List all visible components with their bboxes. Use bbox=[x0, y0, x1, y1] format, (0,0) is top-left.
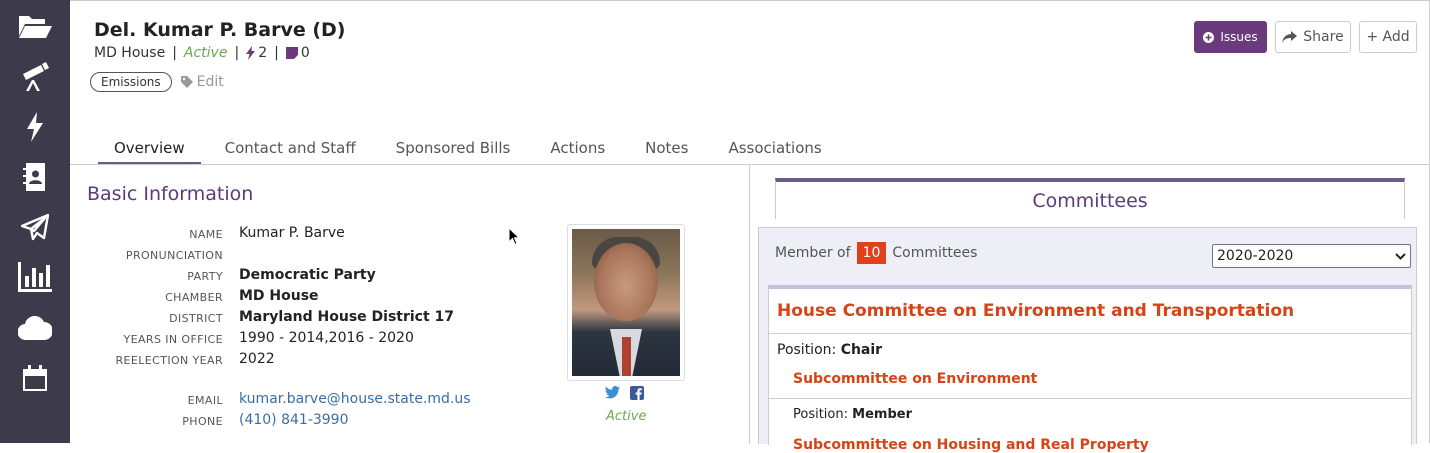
share-icon bbox=[1282, 31, 1298, 43]
paper-plane-icon[interactable] bbox=[0, 210, 70, 246]
bolt-icon[interactable] bbox=[0, 109, 70, 145]
calendar-icon[interactable] bbox=[0, 360, 70, 396]
telescope-icon[interactable] bbox=[0, 58, 70, 94]
district-label: DISTRICT bbox=[169, 312, 223, 325]
position-value: Chair bbox=[840, 342, 883, 358]
year-select[interactable]: 2020-2020 bbox=[1212, 244, 1411, 268]
portrait-image bbox=[572, 229, 680, 376]
position-value: Member bbox=[852, 407, 912, 422]
sticky-note-icon bbox=[285, 47, 298, 59]
tab-overview[interactable]: Overview bbox=[98, 135, 201, 165]
party-value: Democratic Party bbox=[239, 267, 376, 283]
pronunciation-label: PRONUNCIATION bbox=[125, 249, 223, 262]
member-summary: Member of 10 Committees bbox=[775, 242, 977, 264]
committees-header: Committees bbox=[775, 178, 1405, 219]
issues-button[interactable]: Issues bbox=[1194, 21, 1267, 53]
committees-panel: Member of 10 Committees 2020-2020 House … bbox=[758, 227, 1417, 453]
chamber-value: MD House bbox=[239, 288, 319, 304]
page-title: Del. Kumar P. Barve (D) bbox=[94, 19, 346, 41]
twitter-icon[interactable] bbox=[605, 386, 620, 399]
legislator-summary: MD House | Active | 2 | 0 bbox=[94, 45, 310, 61]
party-label: PARTY bbox=[187, 270, 223, 283]
note-count[interactable]: 0 bbox=[285, 45, 310, 61]
tag-icon bbox=[180, 76, 193, 88]
year-select-value: 2020-2020 bbox=[1217, 248, 1294, 264]
years-in-office-value: 1990 - 2014,2016 - 2020 bbox=[239, 330, 414, 346]
reelection-year-label: REELECTION YEAR bbox=[115, 354, 223, 367]
basic-info-title: Basic Information bbox=[87, 183, 254, 205]
bolt-count-value: 2 bbox=[258, 45, 268, 61]
divider bbox=[769, 398, 1411, 399]
share-button[interactable]: Share bbox=[1275, 21, 1351, 53]
subcommittee-name[interactable]: Subcommittee on Environment bbox=[793, 371, 1037, 387]
issues-label: Issues bbox=[1220, 30, 1258, 44]
bar-chart-icon[interactable] bbox=[0, 259, 70, 295]
committee-card: House Committee on Environment and Trans… bbox=[768, 285, 1412, 453]
committee-name[interactable]: House Committee on Environment and Trans… bbox=[777, 301, 1294, 321]
email-label: EMAIL bbox=[187, 394, 223, 407]
tab-divider bbox=[70, 164, 1430, 165]
plus-circle-icon bbox=[1203, 31, 1215, 43]
cloud-icon[interactable] bbox=[0, 310, 70, 346]
subcommittee-position: Position: Member bbox=[793, 407, 912, 422]
years-in-office-label: YEARS IN OFFICE bbox=[123, 333, 223, 346]
add-button[interactable]: + Add bbox=[1359, 21, 1417, 53]
subcommittee-name[interactable]: Subcommittee on Housing and Real Propert… bbox=[793, 437, 1149, 453]
tab-actions[interactable]: Actions bbox=[534, 135, 621, 165]
position-label: Position: bbox=[777, 342, 841, 358]
share-label: Share bbox=[1303, 29, 1344, 45]
committee-position: Position: Chair bbox=[777, 342, 882, 358]
district-value: Maryland House District 17 bbox=[239, 309, 455, 325]
tab-associations[interactable]: Associations bbox=[712, 135, 837, 165]
name-value: Kumar P. Barve bbox=[239, 225, 345, 241]
separator: | bbox=[172, 45, 177, 61]
phone-link[interactable]: (410) 841-3990 bbox=[239, 412, 349, 428]
bolt-count[interactable]: 2 bbox=[246, 45, 267, 61]
member-prefix: Member of bbox=[775, 245, 851, 261]
tab-sponsored-bills[interactable]: Sponsored Bills bbox=[380, 135, 527, 165]
email-link[interactable]: kumar.barve@house.state.md.us bbox=[239, 391, 471, 407]
note-count-value: 0 bbox=[300, 45, 310, 61]
edit-tags-link[interactable]: Edit bbox=[180, 74, 224, 90]
social-links bbox=[605, 386, 644, 400]
column-divider bbox=[749, 165, 750, 444]
tag-row: Emissions Edit bbox=[90, 72, 224, 92]
chevron-down-icon bbox=[1395, 252, 1406, 260]
tab-notes[interactable]: Notes bbox=[629, 135, 704, 165]
chamber-field-label: CHAMBER bbox=[165, 291, 223, 304]
status-label: Active bbox=[183, 45, 228, 61]
chamber-label: MD House bbox=[94, 45, 166, 61]
phone-label: PHONE bbox=[182, 415, 223, 428]
address-book-icon[interactable] bbox=[0, 159, 70, 195]
position-label: Position: bbox=[793, 407, 853, 422]
tab-contact-and-staff[interactable]: Contact and Staff bbox=[209, 135, 372, 165]
separator: | bbox=[234, 45, 240, 61]
member-suffix: Committees bbox=[892, 245, 978, 261]
tag-pill[interactable]: Emissions bbox=[90, 72, 172, 92]
status-text: Active bbox=[606, 409, 647, 424]
facebook-icon[interactable] bbox=[630, 386, 644, 400]
mouse-cursor-icon bbox=[509, 228, 521, 246]
sidebar bbox=[0, 0, 70, 443]
bolt-icon bbox=[246, 46, 256, 60]
reelection-year-value: 2022 bbox=[239, 351, 275, 367]
folder-open-icon[interactable] bbox=[0, 8, 70, 44]
divider bbox=[769, 333, 1411, 334]
tab-bar: Overview Contact and Staff Sponsored Bil… bbox=[98, 135, 846, 165]
main-content: Del. Kumar P. Barve (D) MD House | Activ… bbox=[70, 0, 1430, 453]
separator: | bbox=[274, 45, 279, 61]
committee-count-badge: 10 bbox=[856, 242, 887, 264]
legislator-photo bbox=[567, 224, 685, 381]
name-label: NAME bbox=[189, 228, 223, 241]
edit-label: Edit bbox=[196, 74, 224, 90]
